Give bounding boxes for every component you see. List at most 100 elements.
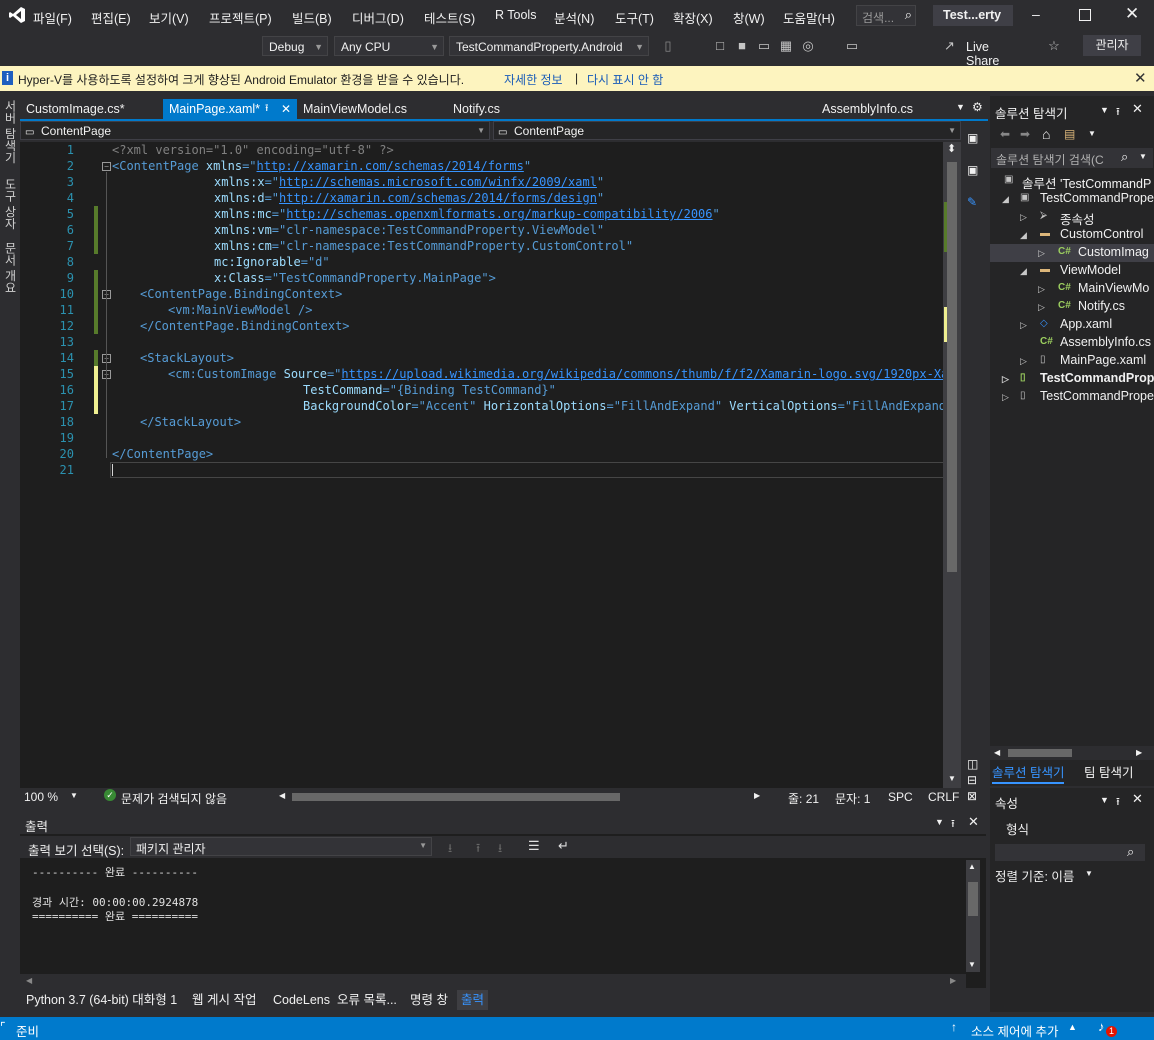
preview-icon[interactable]: ▣ xyxy=(967,163,978,177)
menu-tools[interactable]: 도구(T) xyxy=(615,8,654,27)
scrollbar-thumb[interactable] xyxy=(968,882,978,916)
tab-list-icon[interactable]: ▼ xyxy=(956,102,965,112)
config-dropdown[interactable]: Debug ▼ xyxy=(262,36,328,56)
tree-item-customcontrol[interactable]: ◢ ▬ CustomControl xyxy=(990,226,1150,244)
code-link[interactable]: http://schemas.microsoft.com/winfx/2009/… xyxy=(279,175,597,189)
zoom-dropdown[interactable]: 100 % ▼ xyxy=(20,788,80,806)
menu-file[interactable]: 파일(F) xyxy=(33,8,72,27)
server-explorer-tab[interactable]: 서버 탐색기 xyxy=(2,100,19,163)
collapsed-icon[interactable]: ▷ xyxy=(1020,212,1027,223)
network-icon[interactable]: ◎ xyxy=(800,38,816,54)
close-icon[interactable]: ✕ xyxy=(1125,4,1139,24)
tab-assemblyinfo[interactable]: AssemblyInfo.cs xyxy=(816,99,916,119)
search-box[interactable]: 검색... ⌕ xyxy=(856,5,916,26)
collapsed-icon[interactable]: ▷ xyxy=(1038,284,1045,295)
menu-debug[interactable]: 디버그(D) xyxy=(352,8,404,27)
menu-edit[interactable]: 편집(E) xyxy=(91,8,131,27)
solution-search-input[interactable]: 솔루션 탐색기 검색(C ⌕ ▼ xyxy=(991,148,1153,168)
whitespace-indicator[interactable]: SPC xyxy=(888,790,913,804)
tab-notify[interactable]: Notify.cs xyxy=(447,99,557,119)
split-vertical-icon[interactable]: ◫ xyxy=(967,757,978,771)
chevron-right-icon[interactable]: ▶ xyxy=(754,791,760,800)
settings-icon[interactable]: ⚙ xyxy=(972,100,983,114)
device-log-icon[interactable]: □ xyxy=(712,38,728,54)
menu-view[interactable]: 보기(V) xyxy=(149,8,189,27)
chevron-down-icon[interactable]: ▼ xyxy=(948,774,956,783)
document-outline-tab[interactable]: 문서 개요 xyxy=(2,242,19,293)
forward-icon[interactable]: ➡ xyxy=(1020,127,1030,141)
chevron-up-icon[interactable]: ▲ xyxy=(968,862,976,871)
tree-item-dependencies[interactable]: ▷ ⮚ 종속성 xyxy=(990,208,1150,227)
prev-message-icon[interactable]: ⭱ xyxy=(476,839,480,860)
collapsed-icon[interactable]: ▷ xyxy=(1002,392,1009,403)
properties-search-input[interactable]: ⌕ xyxy=(995,844,1145,861)
tab-web-publish[interactable]: 웹 게시 작업 xyxy=(188,990,260,1010)
collapse-pane-icon[interactable]: ⊠ xyxy=(967,789,977,803)
output-vertical-scrollbar[interactable]: ▲ ▼ xyxy=(966,860,980,972)
collapsed-icon[interactable]: ▷ xyxy=(1038,302,1045,313)
tab-python-interactive[interactable]: Python 3.7 (64-bit) 대화형 1 xyxy=(22,990,181,1010)
collapsed-icon[interactable]: ▷ xyxy=(1002,374,1009,385)
notification-bell-icon[interactable]: ♪ xyxy=(1098,1019,1105,1034)
menu-analyze[interactable]: 분석(N) xyxy=(554,8,594,27)
tab-customimage[interactable]: CustomImage.cs* xyxy=(20,99,160,119)
chevron-down-icon[interactable]: ▼ xyxy=(968,960,976,969)
expanded-icon[interactable]: ◢ xyxy=(1020,266,1027,277)
home-icon[interactable]: ⌂ xyxy=(1042,126,1050,142)
tree-item-customimage[interactable]: ▷ C# CustomImag xyxy=(990,244,1154,262)
emulator-icon[interactable]: ▦ xyxy=(778,38,794,54)
chevron-down-icon[interactable]: ▼ xyxy=(1139,152,1147,161)
solution-horizontal-scrollbar[interactable]: ◀ ▶ xyxy=(990,746,1154,760)
tree-item-mainpage-xaml[interactable]: ▷ ▯ MainPage.xaml xyxy=(990,352,1150,370)
expanded-icon[interactable]: ◢ xyxy=(1002,194,1009,205)
tree-item-app-xaml[interactable]: ▷ ◇ App.xaml xyxy=(990,316,1150,334)
code-link[interactable]: http://xamarin.com/schemas/2014/forms/de… xyxy=(279,191,597,205)
editor-vertical-scrollbar[interactable]: ⬍ ▼ xyxy=(943,142,961,788)
code-editor[interactable]: 1 2 3 4 5 6 7 8 9 10 11 12 13 14 15 16 1… xyxy=(20,142,970,788)
chevron-right-icon[interactable]: ▶ xyxy=(950,976,956,985)
tab-mainviewmodel[interactable]: MainViewModel.cs xyxy=(297,99,447,119)
tab-mainpage[interactable]: MainPage.xaml* ⭱ ✕ xyxy=(163,99,297,119)
tab-command-window[interactable]: 명령 창 xyxy=(406,990,452,1010)
tree-item-mainviewmodel[interactable]: ▷ C# MainViewMo xyxy=(990,280,1150,298)
find-message-icon[interactable]: ⭳ xyxy=(448,839,452,860)
chevron-down-icon[interactable]: ▼ xyxy=(1100,795,1109,805)
tree-item-ios-project[interactable]: ▷ ▯ TestCommandPrope xyxy=(990,388,1154,406)
tree-item-android-project[interactable]: ▷ ▯ TestCommandProp xyxy=(990,370,1154,388)
word-wrap-icon[interactable]: ↵ xyxy=(558,838,569,854)
tree-item-project[interactable]: ◢ ▣ TestCommandPrope xyxy=(990,190,1154,208)
menu-extensions[interactable]: 확장(X) xyxy=(673,8,713,27)
output-horizontal-scrollbar[interactable]: ◀ ▶ xyxy=(20,974,966,988)
nav-right-dropdown[interactable]: ▭ ContentPage ▼ xyxy=(493,121,961,140)
pin-icon[interactable]: ⭱ xyxy=(1116,103,1120,122)
close-icon[interactable]: ✕ xyxy=(968,814,979,830)
live-share-button[interactable]: ↗ Live Share xyxy=(944,38,1024,68)
minimize-icon[interactable]: – xyxy=(1032,6,1040,22)
code-link[interactable]: http://xamarin.com/schemas/2014/forms xyxy=(257,159,524,173)
startup-project-dropdown[interactable]: TestCommandProperty.Android ▼ xyxy=(449,36,649,56)
tree-item-viewmodel[interactable]: ◢ ▬ ViewModel xyxy=(990,262,1150,280)
scrollbar-thumb[interactable] xyxy=(1008,749,1072,757)
expanded-icon[interactable]: ◢ xyxy=(1020,230,1027,241)
code-link[interactable]: http://schemas.openxmlformats.org/markup… xyxy=(286,207,712,221)
admin-badge[interactable]: 관리자 xyxy=(1083,35,1141,56)
tab-team-explorer[interactable]: 팀 탐색기 xyxy=(1084,762,1133,782)
issues-status[interactable]: 문제가 검색되지 않음 xyxy=(121,790,227,807)
menu-rtools[interactable]: R Tools xyxy=(495,8,536,22)
menu-project[interactable]: 프로젝트(P) xyxy=(209,8,272,27)
close-icon[interactable]: ✕ xyxy=(1134,69,1147,87)
tab-output[interactable]: 출력 xyxy=(457,990,489,1010)
sort-dropdown[interactable]: 정렬 기준: 이름 ▼ xyxy=(995,866,1125,884)
tab-codelens[interactable]: CodeLens xyxy=(269,990,334,1010)
back-icon[interactable]: ⬅ xyxy=(1000,127,1010,141)
console-icon[interactable]: ▭ xyxy=(756,38,772,54)
screen-icon[interactable]: ▭ xyxy=(844,38,860,54)
chevron-left-icon[interactable]: ◀ xyxy=(994,748,1000,757)
menu-build[interactable]: 빌드(B) xyxy=(292,8,332,27)
horizontal-scrollbar-thumb[interactable] xyxy=(292,793,620,801)
dismiss-link[interactable]: 다시 표시 안 함 xyxy=(587,71,663,88)
close-icon[interactable]: ✕ xyxy=(1132,101,1143,117)
clear-all-icon[interactable]: ☰ xyxy=(528,838,540,854)
line-ending-indicator[interactable]: CRLF xyxy=(928,790,959,804)
add-to-source-control[interactable]: 소스 제어에 추가 xyxy=(971,1021,1058,1040)
